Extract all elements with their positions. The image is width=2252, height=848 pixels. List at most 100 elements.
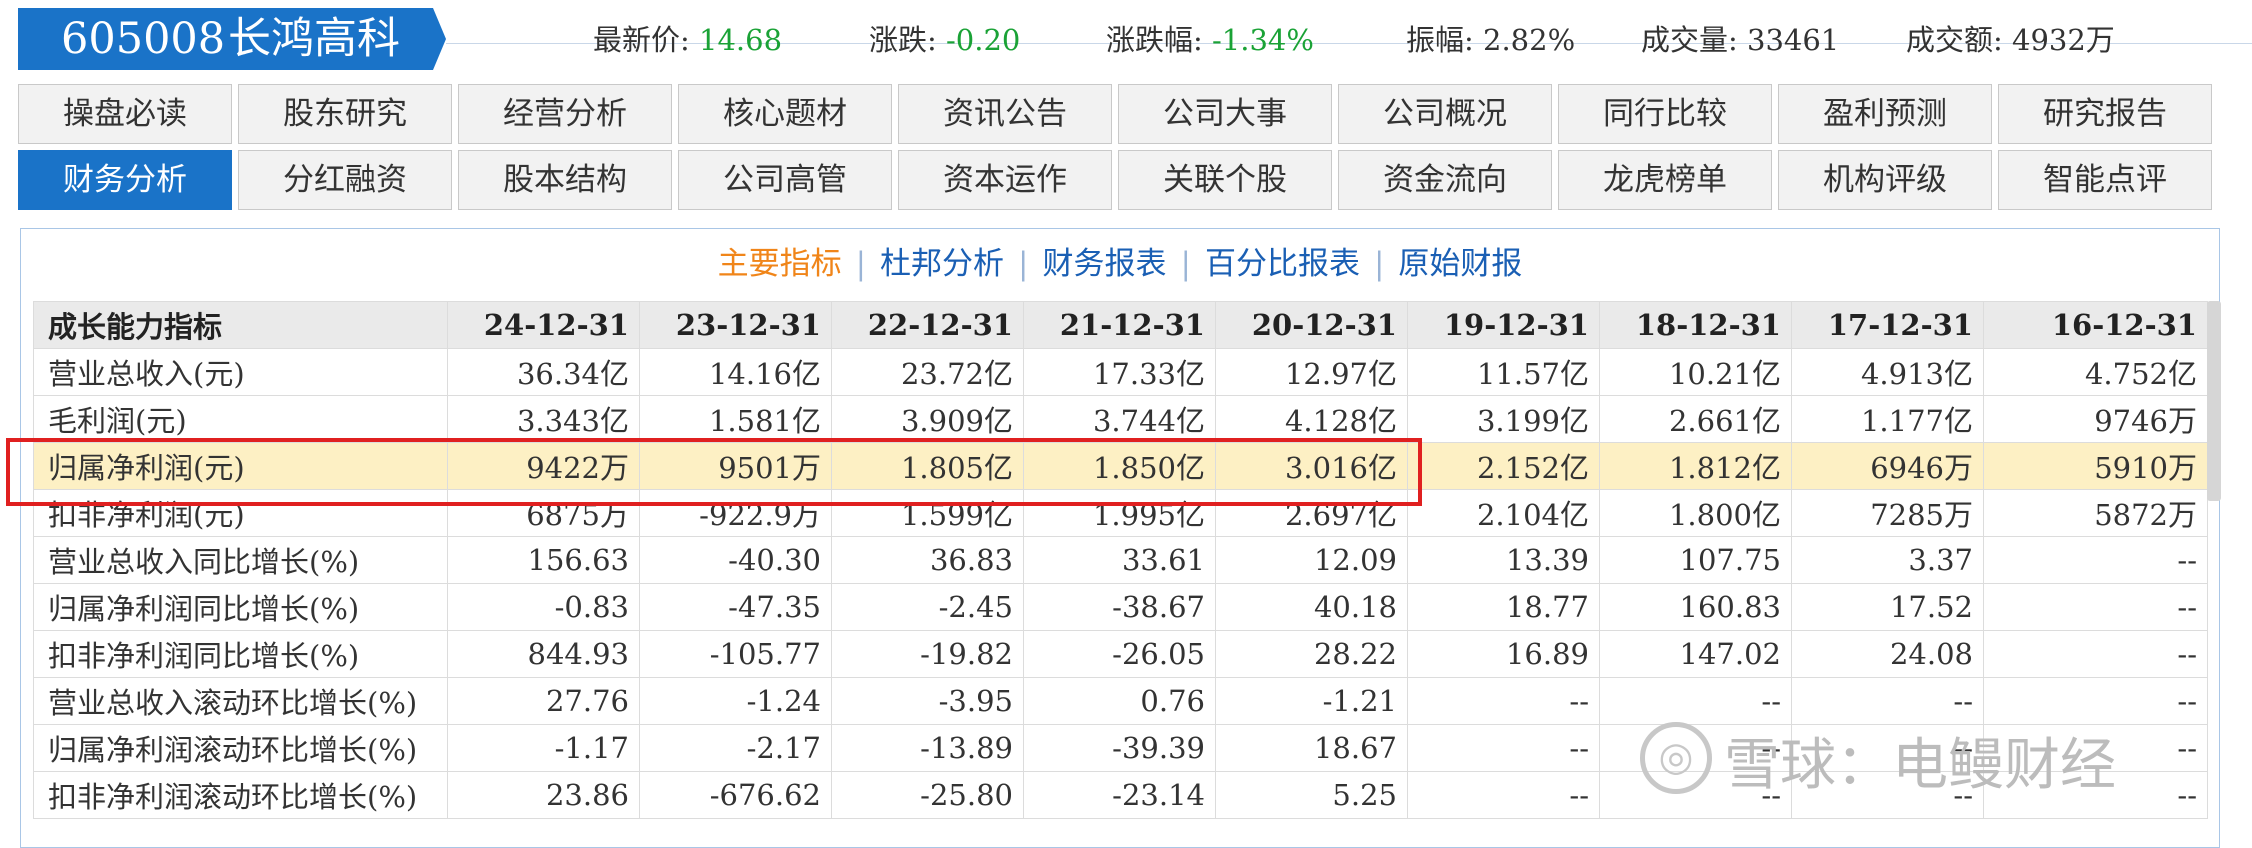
quote-turnover: 成交额: 4932万 [1906,23,2115,57]
tab-shareholder[interactable]: 股东研究 [238,84,452,144]
value-cell: -19.82 [831,630,1024,678]
value-cell: -38.67 [1023,583,1216,631]
tab-caopan[interactable]: 操盘必读 [18,84,232,144]
table-row: 营业总收入(元) 36.34亿 14.16亿 23.72亿 17.33亿 12.97亿 11… [33,348,2208,396]
table-header-row: 成长能力指标 24-12-31 23-12-31 22-12-31 21-12-… [33,301,2208,349]
value-cell: 3.909亿 [831,395,1024,443]
subnav-main-indicators[interactable]: 主要指标 [718,246,842,282]
value-cell: -3.95 [831,677,1024,725]
stock-header: 605008 长鸿高科 最新价: 14.68 涨跌: -0.20 涨跌幅: -1… [0,0,2252,78]
tab-capital[interactable]: 资本运作 [898,150,1112,210]
tab-dragon-tiger[interactable]: 龙虎榜单 [1558,150,1772,210]
value-cell: 4.913亿 [1791,348,1984,396]
tab-events[interactable]: 公司大事 [1118,84,1332,144]
value-cell: -23.14 [1023,771,1216,819]
value-cell: 107.75 [1599,536,1792,584]
value-cell: 9746万 [1983,395,2208,443]
row-label: 归属净利润同比增长(%) [33,583,448,631]
value-cell: 36.83 [831,536,1024,584]
value-cell: 147.02 [1599,630,1792,678]
tab-fund-flow[interactable]: 资金流向 [1338,150,1552,210]
value-cell: 3.37 [1791,536,1984,584]
value-cell: 2.661亿 [1599,395,1792,443]
tab-executives[interactable]: 公司高管 [678,150,892,210]
value-cell: 18.77 [1407,583,1600,631]
value-cell: -- [1983,536,2208,584]
value-cell: 1.581亿 [639,395,832,443]
header-cell: 21-12-31 [1023,301,1216,349]
value-cell: 36.34亿 [447,348,640,396]
tab-profile[interactable]: 公司概况 [1338,84,1552,144]
tab-research[interactable]: 研究报告 [1998,84,2212,144]
value-cell: 10.21亿 [1599,348,1792,396]
value-cell: 11.57亿 [1407,348,1600,396]
tab-news[interactable]: 资讯公告 [898,84,1112,144]
stock-title: 605008 长鸿高科 [18,8,446,70]
value-cell: 160.83 [1599,583,1792,631]
subnav-dupont[interactable]: 杜邦分析 [880,246,1004,282]
value-cell: 0.76 [1023,677,1216,725]
value-cell: -- [1983,630,2208,678]
value-cell: 12.97亿 [1215,348,1408,396]
table-scrollbar[interactable] [2207,301,2221,501]
header-cell: 17-12-31 [1791,301,1984,349]
value-cell: -- [1791,677,1984,725]
value-cell: 16.89 [1407,630,1600,678]
quote-amplitude: 振幅: 2.82% [1406,23,1576,57]
value-cell: -1.24 [639,677,832,725]
value-cell: -105.77 [639,630,832,678]
tab-operation[interactable]: 经营分析 [458,84,672,144]
tab-forecast[interactable]: 盈利预测 [1778,84,1992,144]
value-cell: -13.89 [831,724,1024,772]
value-cell: 1.177亿 [1791,395,1984,443]
value-cell: 23.72亿 [831,348,1024,396]
table-row: 营业总收入同比增长(%) 156.63 -40.30 36.83 33.61 12.09 1… [33,536,2208,584]
subnav-percent-statements[interactable]: 百分比报表 [1205,246,1360,282]
quote-volume: 成交量: 33461 [1641,23,1840,57]
tab-smart-review[interactable]: 智能点评 [1998,150,2212,210]
value-cell: 3.199亿 [1407,395,1600,443]
value-cell: 2.104亿 [1407,489,1600,537]
table-row: 营业总收入滚动环比增长(%) 27.76 -1.24 -3.95 0.76 -1.21 --… [33,677,2208,725]
value-cell: 18.67 [1215,724,1408,772]
header-cell: 19-12-31 [1407,301,1600,349]
tab-related[interactable]: 关联个股 [1118,150,1332,210]
subnav-statements[interactable]: 财务报表 [1043,246,1167,282]
header-cell: 24-12-31 [447,301,640,349]
value-cell: 14.16亿 [639,348,832,396]
last-price-value: 14.68 [699,23,783,57]
value-cell: 5.25 [1215,771,1408,819]
quote-change-pct: 涨跌幅: -1.34% [1106,23,1314,57]
value-cell: 17.33亿 [1023,348,1216,396]
table-row: 归属净利润同比增长(%) -0.83 -47.35 -2.45 -38.67 40.18 1… [33,583,2208,631]
tab-peers[interactable]: 同行比较 [1558,84,1772,144]
value-cell: -1.21 [1215,677,1408,725]
value-cell: 3.744亿 [1023,395,1216,443]
value-cell: -2.17 [639,724,832,772]
value-cell: -26.05 [1023,630,1216,678]
tab-finance[interactable]: 财务分析 [18,150,232,210]
tab-equity[interactable]: 股本结构 [458,150,672,210]
value-cell: -2.45 [831,583,1024,631]
value-cell: 2.152亿 [1407,442,1600,490]
highlight-annotation-box [6,438,1422,506]
header-cell: 22-12-31 [831,301,1024,349]
value-cell: 33.61 [1023,536,1216,584]
tab-rating[interactable]: 机构评级 [1778,150,1992,210]
value-cell: -40.30 [639,536,832,584]
row-label: 扣非净利润同比增长(%) [33,630,448,678]
header-cell: 20-12-31 [1215,301,1408,349]
change-pct-value: -1.34% [1212,23,1314,57]
value-cell: -0.83 [447,583,640,631]
value-cell: 28.22 [1215,630,1408,678]
header-cell: 23-12-31 [639,301,832,349]
turnover-value: 4932万 [2012,23,2115,57]
value-cell: 3.343亿 [447,395,640,443]
tab-dividend[interactable]: 分红融资 [238,150,452,210]
stock-name: 长鸿高科 [228,14,400,64]
tab-core-topics[interactable]: 核心题材 [678,84,892,144]
subnav-original-reports[interactable]: 原始财报 [1398,246,1522,282]
row-label: 营业总收入滚动环比增长(%) [33,677,448,725]
snowball-logo-icon: ◎ [1640,722,1712,794]
value-cell: 4.752亿 [1983,348,2208,396]
